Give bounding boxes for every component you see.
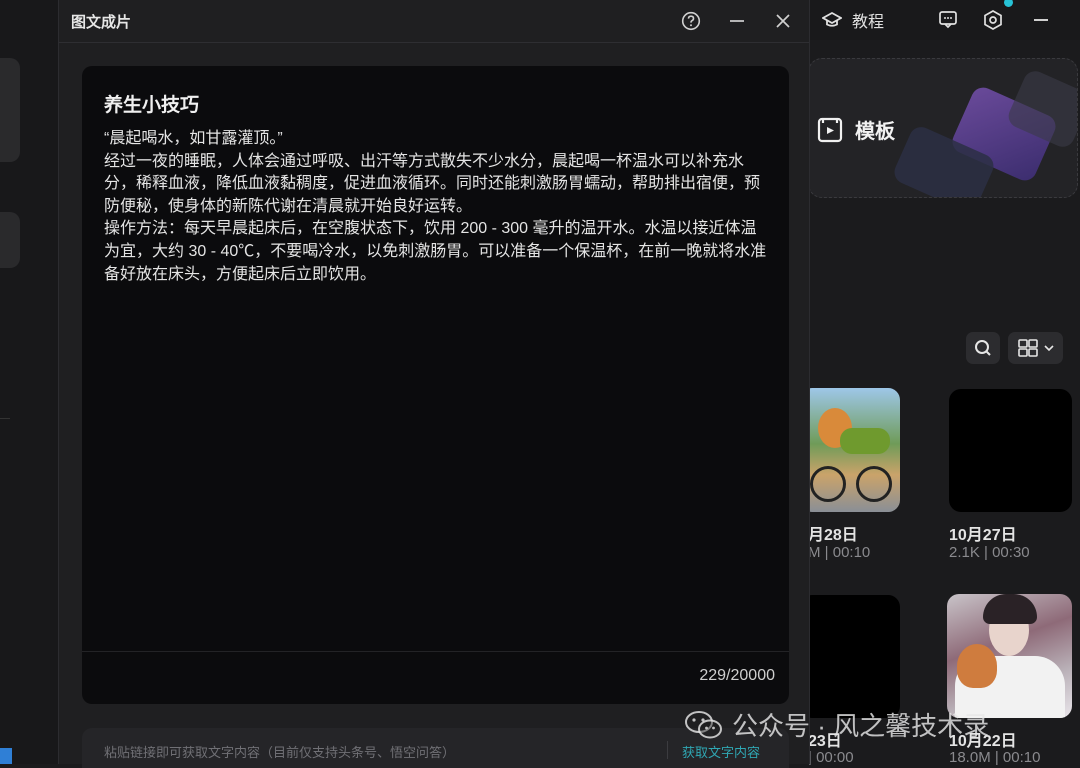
- video-date: 月28日: [808, 527, 858, 544]
- editor-divider: [82, 651, 789, 652]
- app-top-bar: 教程: [808, 0, 1080, 40]
- template-label: 模板: [855, 121, 895, 143]
- watermark-text: 公众号 · 风之馨技术录: [732, 711, 990, 741]
- text-editor[interactable]: 养生小技巧 “晨起喝水，如甘露灌顶。” 经过一夜的睡眠，人体会通过呼吸、出汗等方…: [82, 66, 789, 704]
- editor-title[interactable]: 养生小技巧: [104, 90, 199, 117]
- thumbnail-figure: [840, 428, 890, 454]
- thumbnail-figure: [983, 594, 1037, 624]
- background-panel-block: [0, 212, 20, 268]
- template-card[interactable]: 模板: [808, 58, 1078, 198]
- video-thumbnail[interactable]: [947, 594, 1072, 718]
- chevron-down-icon: [1043, 344, 1054, 352]
- text-to-video-dialog: 图文成片 养生小技巧 “晨起喝水，如甘露灌顶。” 经过一夜的睡眠，人体会通过呼吸…: [58, 0, 810, 768]
- minimize-app-button[interactable]: [1034, 19, 1048, 21]
- background-divider: [0, 418, 10, 419]
- minimize-icon[interactable]: [725, 9, 749, 33]
- feedback-icon[interactable]: [938, 10, 958, 35]
- character-count: 229/20000: [699, 667, 775, 684]
- watermark: 公众号 · 风之馨技术录: [684, 706, 989, 743]
- graduation-cap-icon: [822, 11, 842, 29]
- search-button[interactable]: [966, 332, 1000, 364]
- help-icon[interactable]: [679, 9, 703, 33]
- video-thumbnail[interactable]: [949, 389, 1072, 512]
- video-meta: M | 00:10: [808, 544, 871, 561]
- template-icon: [817, 117, 843, 143]
- video-date: 10月27日: [949, 527, 1017, 544]
- dialog-title: 图文成片: [71, 13, 132, 31]
- tutorial-button[interactable]: 教程: [822, 8, 884, 32]
- video-thumbnail[interactable]: [800, 595, 900, 718]
- link-input-bar: 粘贴链接即可获取文字内容（目前仅支持头条号、悟空问答） 获取文字内容: [82, 728, 789, 768]
- close-icon[interactable]: [771, 9, 795, 33]
- video-meta: 18.0M | 00:10: [949, 749, 1041, 766]
- link-bar-separator: [667, 741, 668, 759]
- dialog-header: 图文成片: [59, 0, 809, 43]
- link-input[interactable]: 粘贴链接即可获取文字内容（目前仅支持头条号、悟空问答）: [104, 742, 455, 761]
- template-label-group: 模板: [817, 115, 895, 144]
- video-meta: | 00:00: [808, 749, 854, 766]
- thumbnail-figure: [957, 644, 997, 688]
- search-icon: [974, 339, 992, 357]
- settings-icon[interactable]: [982, 9, 1004, 36]
- video-meta: 2.1K | 00:30: [949, 544, 1030, 561]
- tutorial-label: 教程: [852, 14, 885, 31]
- background-left-panel: [0, 0, 58, 764]
- thumbnail-figure: [810, 466, 846, 502]
- wechat-icon: [684, 710, 724, 740]
- video-thumbnail[interactable]: [800, 388, 900, 512]
- background-app-icon: [0, 748, 12, 764]
- dialog-window-controls: [679, 9, 795, 33]
- fetch-text-button[interactable]: 获取文字内容: [682, 742, 760, 761]
- editor-body-text[interactable]: “晨起喝水，如甘露灌顶。” 经过一夜的睡眠，人体会通过呼吸、出汗等方式散失不少水…: [104, 128, 770, 286]
- grid-view-icon: [1017, 339, 1042, 357]
- background-panel-block: [0, 58, 20, 162]
- view-mode-button[interactable]: [1008, 332, 1063, 364]
- notification-dot: [1004, 0, 1013, 7]
- thumbnail-figure: [856, 466, 892, 502]
